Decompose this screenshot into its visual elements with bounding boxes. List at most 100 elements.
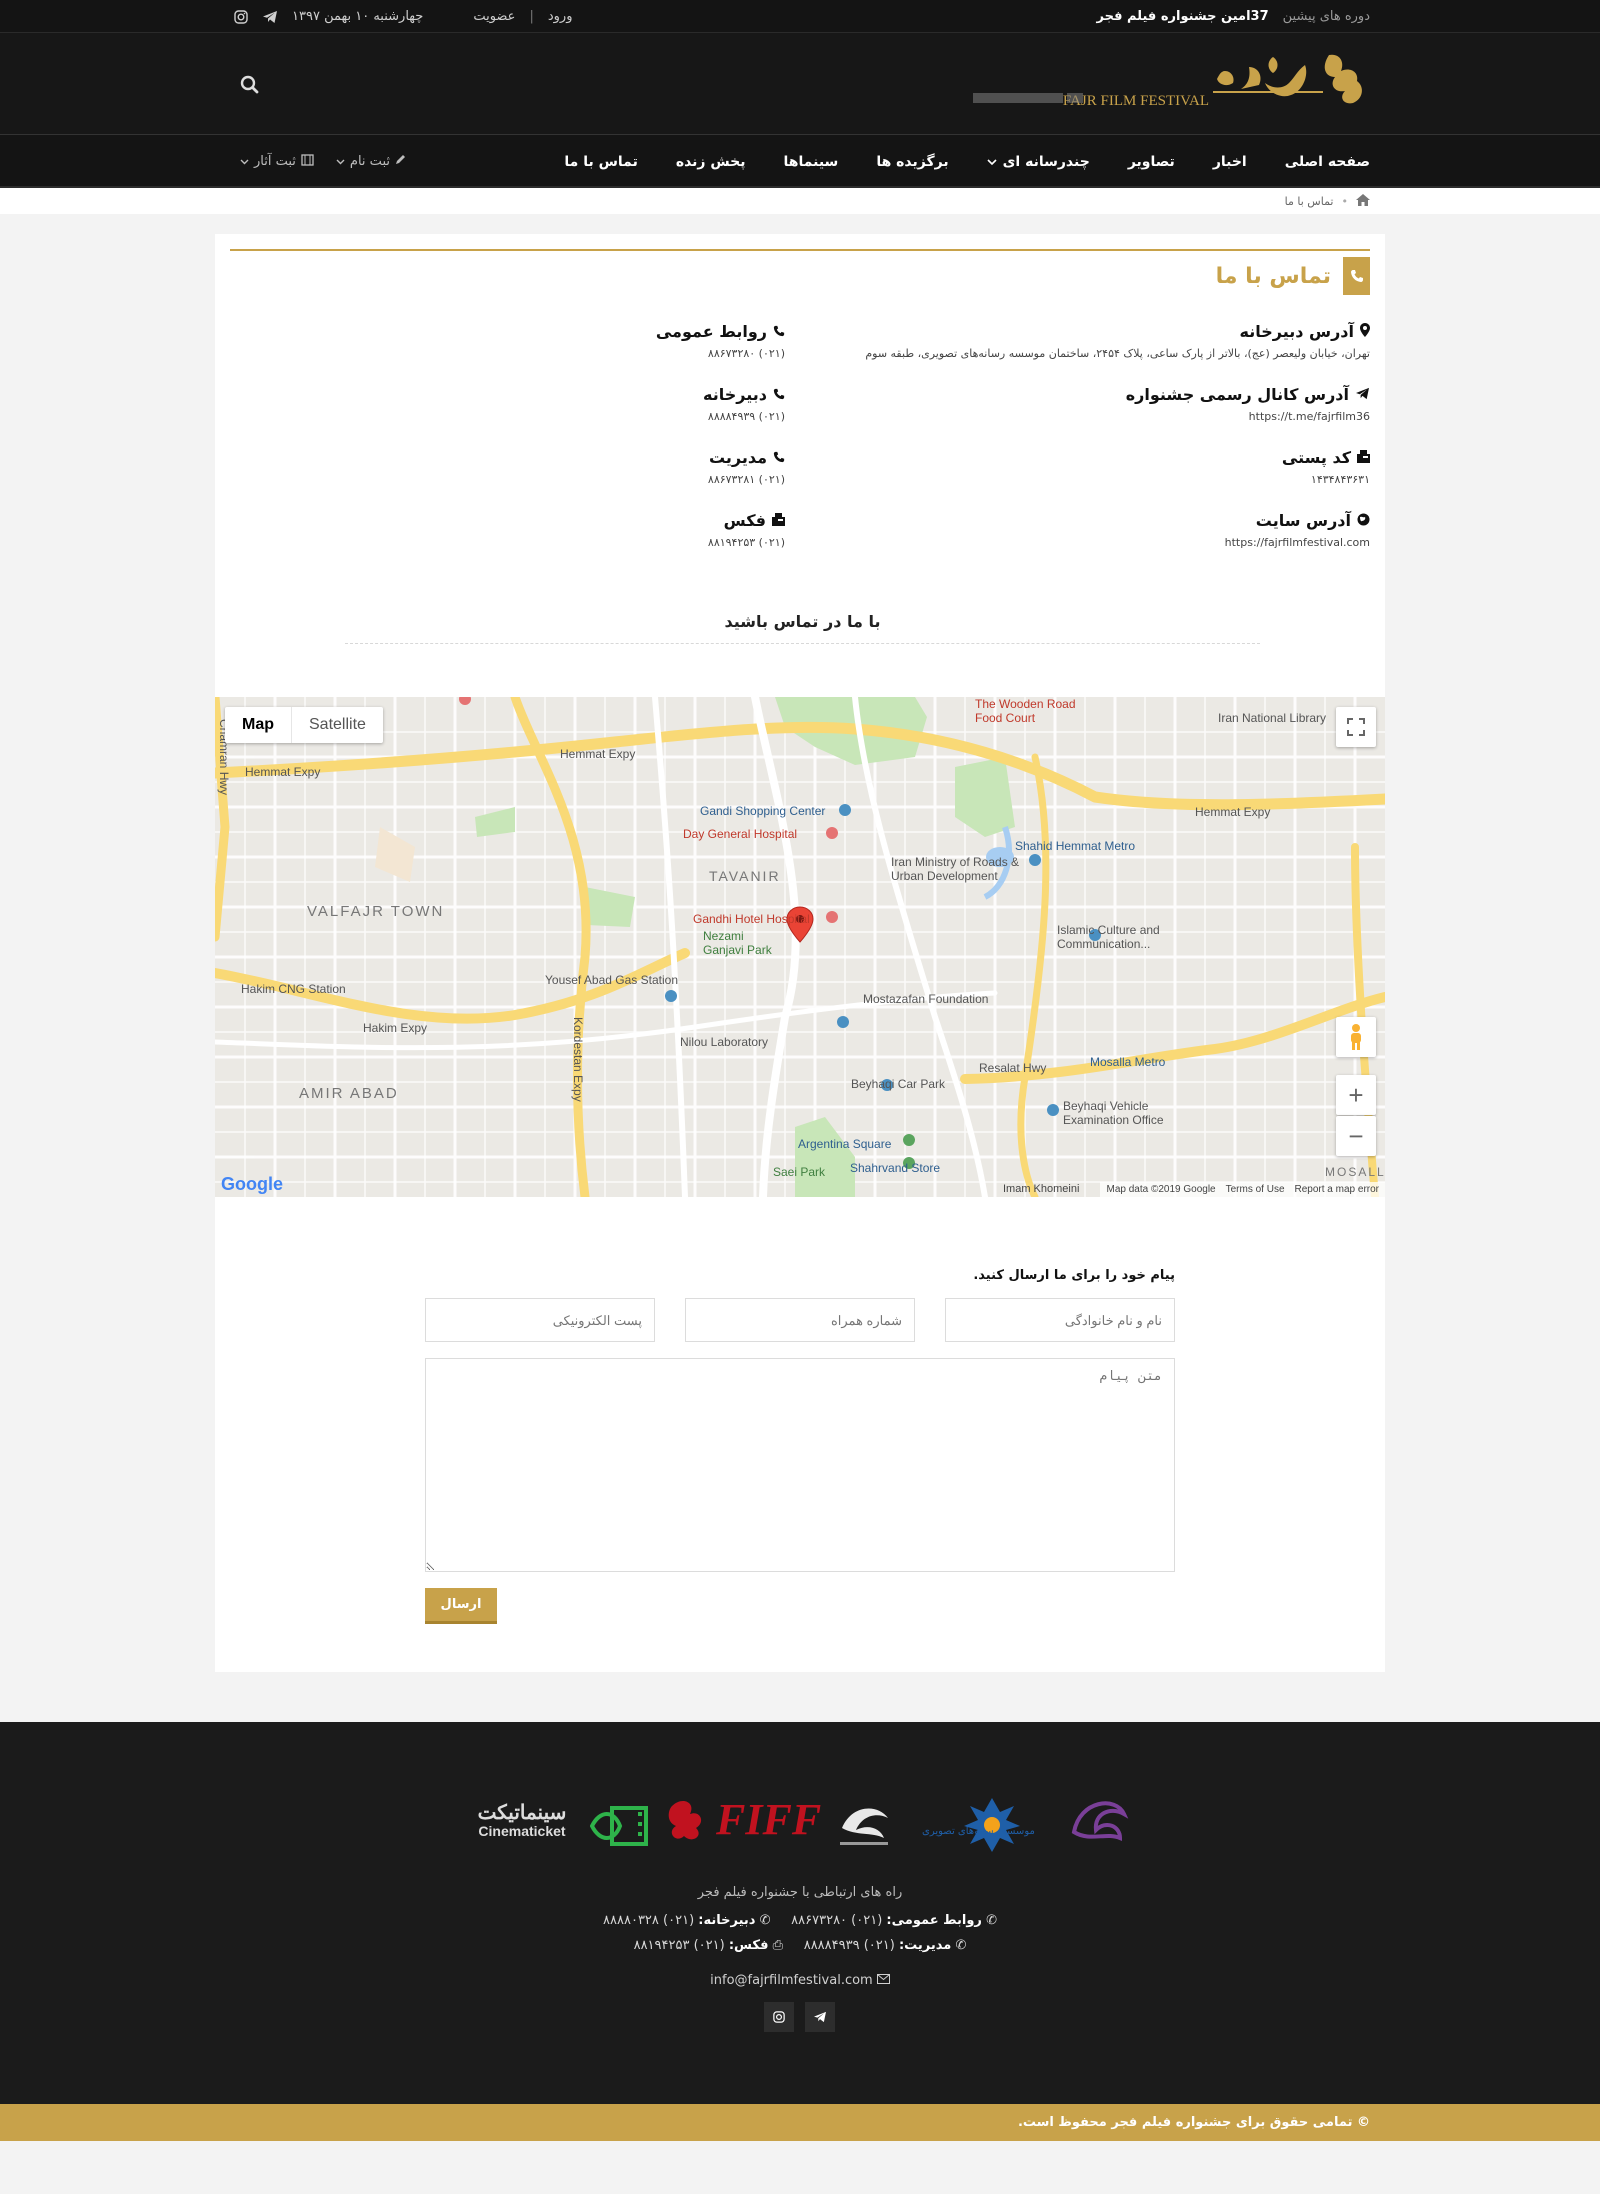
register-link[interactable]: عضویت: [473, 9, 515, 24]
nav-item-cinemas[interactable]: سینماها: [784, 154, 839, 170]
telegram-icon[interactable]: [262, 10, 278, 24]
phone-icon: ✆: [986, 1913, 997, 1928]
channel-label: آدرس کانال رسمی جشنواره: [1125, 385, 1349, 404]
visual-media-institute-logo[interactable]: موسسه رسانه‌های تصویری: [922, 1796, 1050, 1852]
map-label: Hemmat Expy: [245, 765, 321, 779]
report-error-link[interactable]: Report a map error: [1295, 1184, 1379, 1195]
telegram-icon[interactable]: [805, 2002, 835, 2032]
cinema-logo[interactable]: [1066, 1792, 1130, 1852]
fax-icon: ⎙: [772, 1938, 784, 1953]
map-label: TAVANIR: [709, 868, 781, 884]
map-label: MOSALLA: [1325, 1165, 1385, 1179]
secretariat-label: دبیرخانه: [703, 385, 767, 404]
management-label: مدیریت: [708, 448, 767, 467]
chevron-down-icon: [336, 154, 345, 169]
map-label: Hemmat Expy: [560, 747, 636, 761]
partner-logos: سینماتیکت Cinematicket FIFF موسسه رسانه‌…: [470, 1792, 1130, 1856]
google-logo: Google: [221, 1174, 283, 1194]
page-title: تماس با ما: [1216, 257, 1370, 295]
fullscreen-icon[interactable]: [1336, 707, 1376, 747]
copyright-bar: © تمامی حقوق برای جشنواره فیلم فجر محفوظ…: [0, 2104, 1600, 2141]
fax-label: فکس: [723, 511, 766, 530]
top-bar: دوره های پیشین 37امین جشنواره فیلم فجر چ…: [0, 0, 1600, 33]
pegman-icon[interactable]: [1336, 1017, 1376, 1057]
map-label: Beyhaqi Car Park: [851, 1077, 946, 1091]
map-label: Shahid Hemmat Metro: [1015, 839, 1136, 853]
map-street-label: Imam Khomeini: [1003, 1183, 1080, 1195]
nav-item-photos[interactable]: تصاویر: [1128, 154, 1175, 170]
map-label: Islamic Culture and Communication...: [1057, 923, 1160, 951]
instagram-icon[interactable]: [764, 2002, 794, 2032]
submit-button[interactable]: ارسال: [425, 1588, 497, 1624]
map-label: Mostazafan Foundation: [863, 992, 989, 1006]
nav-item-winners[interactable]: برگزیده ها: [876, 154, 948, 170]
channel-value[interactable]: https://t.me/fajrfilm36: [810, 410, 1370, 423]
phone-icon: [1343, 257, 1370, 295]
instagram-icon[interactable]: [234, 9, 248, 24]
form-title: پیام خود را برای ما ارسال کنید.: [973, 1268, 1175, 1283]
terms-link[interactable]: Terms of Use: [1226, 1184, 1285, 1195]
nav-item-home[interactable]: صفحه اصلی: [1285, 154, 1370, 170]
message-field[interactable]: [425, 1358, 1175, 1572]
login-link[interactable]: ورود: [548, 9, 573, 24]
zoom-out-button[interactable]: −: [1336, 1116, 1376, 1156]
management-value: (۰۲۱) ۸۸۶۷۳۲۸۱: [707, 473, 785, 486]
map-label: Yousef Abad Gas Station: [545, 973, 678, 987]
map-label: Day General Hospital: [683, 827, 798, 841]
secretariat-block: دبیرخانه (۰۲۱) ۸۸۸۸۴۹۳۹: [585, 385, 785, 423]
fax-value: (۰۲۱) ۸۸۱۹۴۲۵۳: [707, 536, 785, 549]
satellite-tab[interactable]: Satellite: [291, 707, 383, 743]
site-block: آدرس سایت https://fajrfilmfestival.com: [810, 511, 1370, 549]
address-label: آدرس دبیرخانه: [1239, 322, 1354, 341]
signup-menu[interactable]: ثبت نام: [336, 154, 406, 169]
nav-item-live[interactable]: پخش زنده: [676, 154, 746, 170]
phone-icon: [773, 448, 785, 467]
film-strip-logo[interactable]: [589, 1802, 650, 1850]
chevron-down-icon: [987, 154, 997, 170]
google-map[interactable]: Hemmat Expy Hemmat Expy Hemmat Expy Iran…: [215, 697, 1385, 1197]
site-footer: سینماتیکت Cinematicket FIFF موسسه رسانه‌…: [0, 1722, 1600, 2104]
breadcrumb: • تماس با ما: [0, 188, 1600, 214]
name-field[interactable]: [945, 1298, 1175, 1342]
home-icon[interactable]: [1356, 193, 1370, 209]
footer-email[interactable]: info@fajrfilmfestival.com: [0, 1973, 1600, 1988]
postal-block: کد پستی ۱۴۳۴۸۴۳۶۳۱: [810, 448, 1370, 486]
map-label: VALFAJR TOWN: [307, 903, 445, 920]
nav-item-multimedia[interactable]: چندرسانه ای: [987, 154, 1090, 170]
fcf-logo[interactable]: [832, 1798, 896, 1850]
nav-item-news[interactable]: اخبار: [1213, 154, 1247, 170]
copyright-text: © تمامی حقوق برای جشنواره فیلم فجر محفوظ…: [1017, 2115, 1370, 2130]
phone-icon: [773, 322, 785, 341]
mobile-field[interactable]: [685, 1298, 915, 1342]
search-icon[interactable]: [238, 73, 262, 97]
channel-block: آدرس کانال رسمی جشنواره https://t.me/faj…: [810, 385, 1370, 423]
site-value[interactable]: https://fajrfilmfestival.com: [810, 536, 1370, 549]
map-tab[interactable]: Map: [225, 707, 291, 743]
map-data-text: Map data ©2019 Google: [1106, 1184, 1216, 1195]
envelope-icon: [876, 1973, 890, 1988]
map-label: Gandhi Hotel Hospital: [693, 912, 810, 926]
submit-work-menu[interactable]: ثبت آثار: [240, 153, 314, 170]
postal-value: ۱۴۳۴۸۴۳۶۳۱: [1310, 473, 1370, 486]
edition-title: 37امین جشنواره فیلم فجر: [1096, 9, 1269, 24]
map-label: Iran Ministry of Roads & Urban Developme…: [891, 855, 1020, 883]
globe-icon: [1357, 511, 1370, 530]
fiff-logo[interactable]: FIFF: [666, 1792, 821, 1852]
map-label: Nilou Laboratory: [680, 1035, 769, 1049]
cinematicket-logo[interactable]: سینماتیکت Cinematicket: [470, 1800, 574, 1850]
breadcrumb-separator: •: [1341, 194, 1349, 208]
fax-icon: [1357, 448, 1370, 467]
phone-icon: ✆: [955, 1938, 967, 1953]
email-field[interactable]: [425, 1298, 655, 1342]
phone-icon: [773, 385, 785, 404]
fajr-festival-logo[interactable]: FAJR FILM FESTIVAL: [973, 47, 1367, 121]
previous-editions-link[interactable]: دوره های پیشین: [1283, 9, 1370, 24]
pr-value: (۰۲۱) ۸۸۶۷۳۲۸۰: [707, 347, 785, 360]
map-label: Hakim CNG Station: [241, 982, 346, 996]
nav-item-contact[interactable]: تماس با ما: [564, 154, 637, 170]
map-marker-icon: [1360, 322, 1370, 341]
map-label: Beyhaqi Vehicle Examination Office: [1063, 1099, 1164, 1127]
current-date: چهارشنبه ۱۰ بهمن ۱۳۹۷: [292, 9, 424, 24]
separator: |: [529, 9, 534, 24]
zoom-in-button[interactable]: +: [1336, 1075, 1376, 1115]
